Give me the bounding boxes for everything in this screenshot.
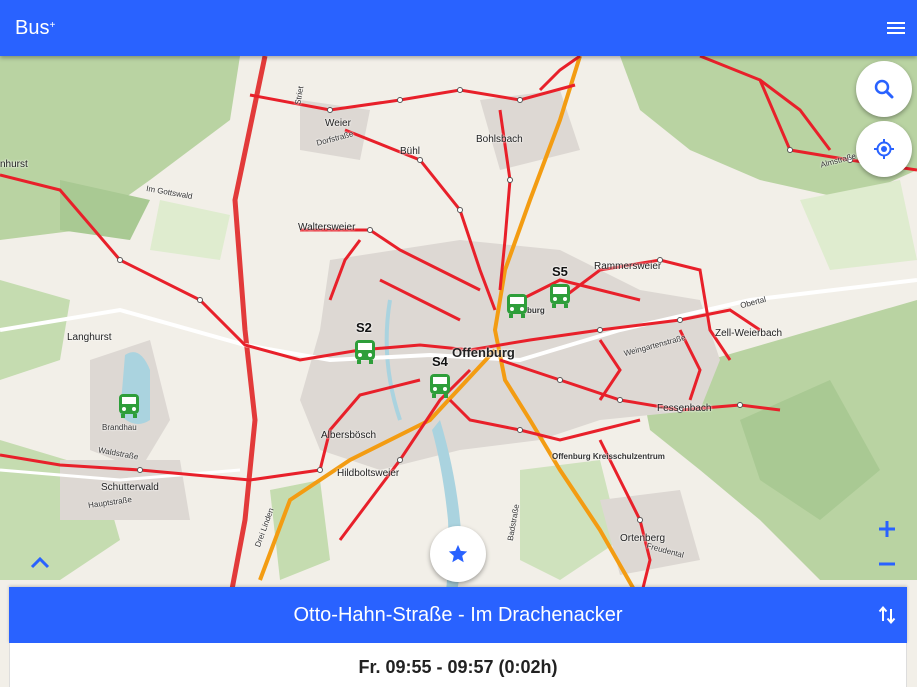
map-label-schutterwald: Schutterwald: [101, 482, 159, 493]
map-label-rammersweier: Rammersweier: [594, 261, 662, 272]
map-label-zell-weierbach: Zell-Weierbach: [715, 328, 783, 339]
map-label-fessenbach: Fessenbach: [657, 403, 712, 414]
app-title: Bus+: [15, 16, 55, 40]
map-label-hurst: nhurst: [0, 159, 28, 170]
map-label-kreisschulzentrum: Offenburg Kreisschulzentrum: [552, 452, 665, 461]
map-label-bohlsbach: Bohlsbach: [476, 134, 523, 145]
favorite-button[interactable]: [430, 526, 486, 582]
map-label-waltersweier: Waltersweier: [298, 222, 356, 233]
map-label-weier: Weier: [325, 118, 351, 129]
app-bar: Bus+: [0, 0, 917, 56]
map-label-langhurst: Langhurst: [67, 332, 112, 343]
map-label-albersbosch: Albersbösch: [321, 430, 377, 441]
map-label-offenburg: Offenburg: [452, 345, 515, 360]
stop-label-s2: S2: [356, 320, 372, 335]
bus-stop-icon[interactable]: [547, 282, 573, 310]
bus-stop-icon[interactable]: [504, 292, 530, 320]
star-icon: [448, 544, 468, 563]
map-label-buhl: Bühl: [400, 146, 421, 157]
chevron-up-icon: [30, 556, 50, 569]
stop-label-s5: S5: [552, 264, 568, 279]
swap-vertical-icon: [878, 605, 896, 625]
swap-direction-button[interactable]: [875, 603, 899, 627]
search-icon: [874, 79, 894, 99]
minus-icon: [879, 562, 895, 566]
map-label-brandhau: Brandhau: [102, 423, 137, 432]
app-title-superscript: +: [49, 20, 56, 31]
zoom-out-button[interactable]: [869, 549, 905, 579]
map-label-hildboltsweier: Hildboltsweier: [337, 468, 400, 479]
my-location-button[interactable]: [856, 121, 912, 177]
menu-icon: [887, 22, 905, 34]
bus-stop-icon[interactable]: [427, 372, 453, 400]
zoom-in-button[interactable]: [869, 514, 905, 544]
expand-panel-button[interactable]: [26, 553, 54, 571]
menu-button[interactable]: [880, 12, 912, 44]
my-location-icon: [874, 139, 894, 159]
stop-label-s4: S4: [432, 354, 448, 369]
search-button[interactable]: [856, 61, 912, 117]
trip-summary-card[interactable]: Fr. 09:55 - 09:57 (0:02h): [9, 643, 907, 687]
plus-icon: [879, 521, 895, 537]
route-header[interactable]: Otto-Hahn-Straße - Im Drachenacker: [9, 587, 907, 643]
app-title-text: Bus: [15, 17, 50, 39]
trip-time: Fr. 09:55 - 09:57 (0:02h): [358, 657, 558, 677]
bus-stop-icon[interactable]: [352, 338, 378, 366]
route-title: Otto-Hahn-Straße - Im Drachenacker: [293, 604, 623, 626]
map-label-ortenberg: Ortenberg: [620, 533, 666, 544]
bus-stop-icon[interactable]: [116, 392, 142, 420]
